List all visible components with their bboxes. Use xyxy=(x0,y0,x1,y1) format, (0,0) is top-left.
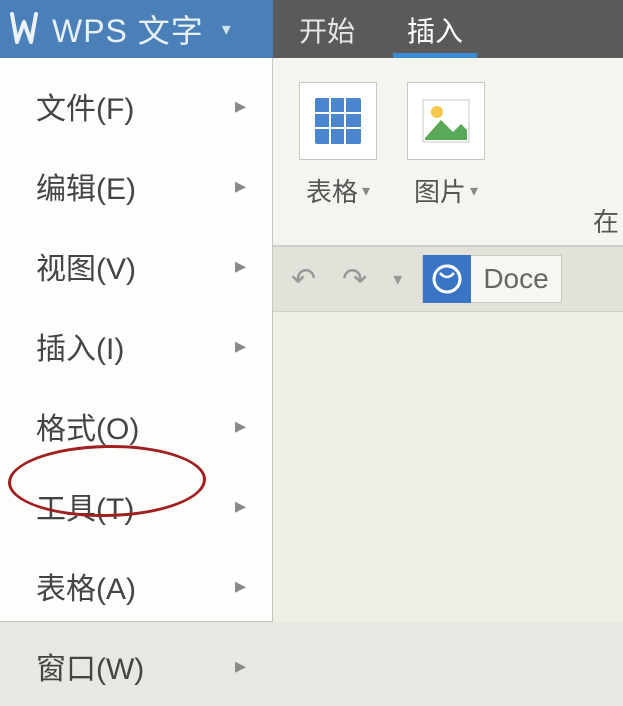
menu-item-table[interactable]: 表格(A) ▸ xyxy=(0,546,272,626)
menu-item-tools[interactable]: 工具(T) ▸ xyxy=(0,466,272,546)
ribbon-group-table[interactable]: 表格 ▾ xyxy=(289,82,387,209)
chevron-right-icon: ▸ xyxy=(235,413,246,439)
ribbon-label-partial: 在 xyxy=(593,202,623,239)
menu-item-label: 窗口(W) xyxy=(36,644,144,688)
menu-item-label: 文件(F) xyxy=(36,84,134,128)
chevron-right-icon: ▸ xyxy=(235,493,246,519)
menu-item-window[interactable]: 窗口(W) ▸ xyxy=(0,626,272,706)
document-tab[interactable]: Doce xyxy=(422,255,561,303)
menu-item-label: 插入(I) xyxy=(36,324,124,368)
main-menu-dropdown: 文件(F) ▸ 编辑(E) ▸ 视图(V) ▸ 插入(I) ▸ 格式(O) ▸ … xyxy=(0,58,273,622)
tab-start[interactable]: 开始 xyxy=(273,0,381,58)
tabbar: 开始 插入 xyxy=(273,0,623,58)
toolbar-caret[interactable]: ▾ xyxy=(387,265,408,294)
chevron-down-icon: ▾ xyxy=(470,181,478,201)
menu-item-format[interactable]: 格式(O) ▸ xyxy=(0,386,272,466)
undo-button[interactable]: ↶ xyxy=(285,258,322,301)
menu-item-label: 编辑(E) xyxy=(36,164,136,208)
menu-item-label: 视图(V) xyxy=(36,244,136,288)
menu-item-insert[interactable]: 插入(I) ▸ xyxy=(0,306,272,386)
chevron-right-icon: ▸ xyxy=(235,253,246,279)
tab-insert[interactable]: 插入 xyxy=(381,0,489,58)
ribbon-label: 表格 xyxy=(306,172,358,209)
ribbon-group-picture[interactable]: 图片 ▾ xyxy=(397,82,495,209)
ribbon-label: 图片 xyxy=(414,172,466,209)
picture-icon xyxy=(407,82,485,160)
table-icon xyxy=(299,82,377,160)
app-title[interactable]: WPS 文字 xyxy=(52,6,204,52)
chevron-right-icon: ▸ xyxy=(235,173,246,199)
menu-item-label: 表格(A) xyxy=(36,564,136,608)
title-dropdown-icon[interactable]: ▾ xyxy=(222,19,231,40)
document-label: Doce xyxy=(483,263,548,295)
chevron-right-icon: ▸ xyxy=(235,333,246,359)
app-logo-icon xyxy=(8,10,40,48)
menu-item-edit[interactable]: 编辑(E) ▸ xyxy=(0,146,272,226)
quick-toolbar: ↶ ↷ ▾ Doce xyxy=(273,246,623,312)
ribbon: 表格 ▾ 图片 ▾ 在 xyxy=(273,58,623,246)
menu-item-file[interactable]: 文件(F) ▸ xyxy=(0,66,272,146)
menu-item-view[interactable]: 视图(V) ▸ xyxy=(0,226,272,306)
menu-item-label: 工具(T) xyxy=(36,484,134,528)
chevron-right-icon: ▸ xyxy=(235,93,246,119)
redo-button[interactable]: ↷ xyxy=(336,258,373,301)
document-canvas[interactable] xyxy=(273,312,623,622)
chevron-right-icon: ▸ xyxy=(235,573,246,599)
chevron-down-icon: ▾ xyxy=(362,181,370,201)
menu-item-label: 格式(O) xyxy=(36,404,139,448)
document-icon xyxy=(423,255,471,303)
chevron-right-icon: ▸ xyxy=(235,653,246,679)
